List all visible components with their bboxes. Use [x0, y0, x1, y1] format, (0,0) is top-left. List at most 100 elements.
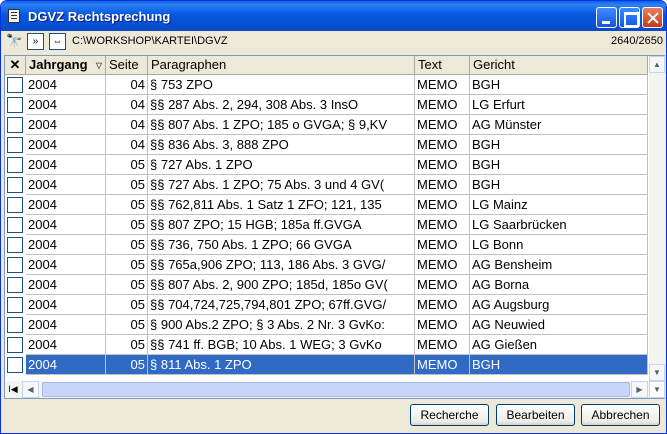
row-checkbox[interactable] — [7, 257, 23, 273]
cell-gericht: BGH — [470, 155, 648, 175]
row-checkbox[interactable] — [7, 337, 23, 353]
cell-seite: 04 — [106, 75, 148, 95]
table-row[interactable]: 2004 05 §§ 727 Abs. 1 ZPO; 75 Abs. 3 und 4… — [5, 175, 648, 195]
cell-seite: 05 — [106, 355, 148, 375]
cell-text: MEMO — [415, 135, 470, 155]
cell-paragraphen: §§ 807 Abs. 1 ZPO; 185 o GVGA; § 9,KV — [148, 115, 415, 135]
row-checkbox[interactable] — [7, 197, 23, 213]
table-row[interactable]: 2004 05 §§ 736, 750 Abs. 1 ZPO; 66 GVGA MEM… — [5, 235, 648, 255]
row-checkbox[interactable] — [7, 137, 23, 153]
cell-text: MEMO — [415, 155, 470, 175]
cell-text: MEMO — [415, 335, 470, 355]
table-row[interactable]: 2004 05 §§ 704,724,725,794,801 ZPO; 67ff.G… — [5, 295, 648, 315]
row-checkbox[interactable] — [7, 357, 23, 373]
column-header-paragraphen[interactable]: Paragraphen — [148, 56, 415, 75]
row-checkbox[interactable] — [7, 97, 23, 113]
cell-gericht: AG Borna — [470, 275, 648, 295]
first-record-icon[interactable]: I◀ — [5, 381, 21, 398]
cell-gericht: AG Neuwied — [470, 315, 648, 335]
scroll-left-icon[interactable]: ◀ — [22, 381, 39, 398]
abbrechen-button[interactable]: Abbrechen — [581, 404, 660, 426]
recherche-button[interactable]: Recherche — [410, 404, 489, 426]
cell-seite: 04 — [106, 115, 148, 135]
row-checkbox[interactable] — [7, 297, 23, 313]
cell-seite: 05 — [106, 255, 148, 275]
row-checkbox[interactable] — [7, 177, 23, 193]
title-bar[interactable]: DGVZ Rechtsprechung — [1, 1, 666, 31]
forward-button[interactable]: » — [27, 33, 44, 50]
table-row[interactable]: 2004 04 §§ 836 Abs. 3, 888 ZPO MEMO BGH — [5, 135, 648, 155]
table-row[interactable]: 2004 05 §§ 807 ZPO; 15 HGB; 185a ff.GVGA ME… — [5, 215, 648, 235]
cell-jahrgang: 2004 — [26, 175, 106, 195]
cell-jahrgang: 2004 — [26, 75, 106, 95]
cell-paragraphen: §§ 765a,906 ZPO; 113, 186 Abs. 3 GVG/ — [148, 255, 415, 275]
table-row[interactable]: 2004 05 §§ 741 ff. BGB; 10 Abs. 1 WEG; 3 G… — [5, 335, 648, 355]
clear-selection-button[interactable]: ✕ — [5, 56, 26, 75]
row-checkbox[interactable] — [7, 77, 23, 93]
table-row[interactable]: 2004 05 §§ 762,811 Abs. 1 Satz 1 ZFO; 121,… — [5, 195, 648, 215]
column-header-jahrgang[interactable]: Jahrgang ▽ — [26, 56, 106, 75]
minimize-button[interactable] — [596, 7, 617, 28]
cell-text: MEMO — [415, 275, 470, 295]
column-header-text[interactable]: Text — [415, 56, 470, 75]
cell-gericht: BGH — [470, 175, 648, 195]
cell-jahrgang: 2004 — [26, 275, 106, 295]
table-row[interactable]: 2004 04 §§ 287 Abs. 2, 294, 308 Abs. 3 Ins… — [5, 95, 648, 115]
cell-text: MEMO — [415, 235, 470, 255]
horizontal-scroll-thumb[interactable] — [42, 382, 630, 397]
cell-paragraphen: §§ 836 Abs. 3, 888 ZPO — [148, 135, 415, 155]
cell-seite: 05 — [106, 335, 148, 355]
cell-jahrgang: 2004 — [26, 155, 106, 175]
file-path: C:\WORKSHOP\KARTEI\DGVZ — [72, 35, 228, 47]
table-row[interactable]: 2004 05 § 900 Abs.2 ZPO; § 3 Abs. 2 Nr. 3 … — [5, 315, 648, 335]
row-checkbox[interactable] — [7, 317, 23, 333]
table-row[interactable]: 2004 05 § 727 Abs. 1 ZPO MEMO BGH — [5, 155, 648, 175]
scroll-up-icon[interactable]: ▲ — [649, 56, 665, 73]
scroll-right-icon[interactable]: ▶ — [631, 381, 648, 398]
close-button[interactable] — [642, 7, 663, 28]
column-header-seite[interactable]: Seite — [106, 56, 148, 75]
cell-gericht: BGH — [470, 355, 648, 375]
maximize-button[interactable] — [619, 7, 640, 28]
cell-paragraphen: §§ 807 ZPO; 15 HGB; 185a ff.GVGA — [148, 215, 415, 235]
cell-text: MEMO — [415, 255, 470, 275]
column-header-gericht[interactable]: Gericht — [470, 56, 648, 75]
cell-paragraphen: §§ 727 Abs. 1 ZPO; 75 Abs. 3 und 4 GV( — [148, 175, 415, 195]
last-record-icon[interactable]: ▼ — [649, 381, 665, 398]
cell-seite: 05 — [106, 315, 148, 335]
table-row[interactable]: 2004 04 § 753 ZPO MEMO BGH — [5, 75, 648, 95]
bearbeiten-button[interactable]: Bearbeiten — [496, 404, 575, 426]
table-row[interactable]: 2004 04 §§ 807 Abs. 1 ZPO; 185 o GVGA; § 9… — [5, 115, 648, 135]
app-icon — [8, 9, 20, 23]
cell-jahrgang: 2004 — [26, 335, 106, 355]
cell-gericht: AG Bensheim — [470, 255, 648, 275]
cell-gericht: BGH — [470, 75, 648, 95]
binoculars-icon[interactable]: 🔭 — [6, 34, 22, 48]
cell-jahrgang: 2004 — [26, 295, 106, 315]
table-row[interactable]: 2004 05 §§ 807 Abs. 2, 900 ZPO; 185d, 185o… — [5, 275, 648, 295]
scroll-down-icon[interactable]: ▼ — [649, 364, 665, 381]
vertical-scrollbar[interactable]: ▲ ▼ — [649, 56, 665, 381]
cell-text: MEMO — [415, 75, 470, 95]
row-checkbox[interactable] — [7, 117, 23, 133]
table-row[interactable]: 2004 05 § 811 Abs. 1 ZPO MEMO BGH — [5, 355, 648, 375]
table-row[interactable]: 2004 05 §§ 765a,906 ZPO; 113, 186 Abs. 3 G… — [5, 255, 648, 275]
cell-text: MEMO — [415, 195, 470, 215]
cell-jahrgang: 2004 — [26, 135, 106, 155]
cell-paragraphen: §§ 736, 750 Abs. 1 ZPO; 66 GVGA — [148, 235, 415, 255]
column-label: Jahrgang — [29, 57, 88, 72]
horizontal-scrollbar[interactable]: I◀ ◀ ▶ — [5, 381, 649, 398]
row-checkbox[interactable] — [7, 237, 23, 253]
cell-gericht: AG Gießen — [470, 335, 648, 355]
cell-seite: 05 — [106, 195, 148, 215]
row-checkbox[interactable] — [7, 217, 23, 233]
app-window: DGVZ Rechtsprechung 🔭 » ⇔ C:\WORKSHOP\KA… — [0, 0, 667, 434]
cell-jahrgang: 2004 — [26, 215, 106, 235]
row-checkbox[interactable] — [7, 157, 23, 173]
row-checkbox[interactable] — [7, 277, 23, 293]
swap-button[interactable]: ⇔ — [49, 33, 66, 50]
cell-paragraphen: § 900 Abs.2 ZPO; § 3 Abs. 2 Nr. 3 GvKo: — [148, 315, 415, 335]
grid-rows: 2004 04 § 753 ZPO MEMO BGH 2004 04 §§ 287 Abs. … — [5, 75, 648, 381]
cell-jahrgang: 2004 — [26, 255, 106, 275]
cell-paragraphen: §§ 762,811 Abs. 1 Satz 1 ZFO; 121, 135 — [148, 195, 415, 215]
